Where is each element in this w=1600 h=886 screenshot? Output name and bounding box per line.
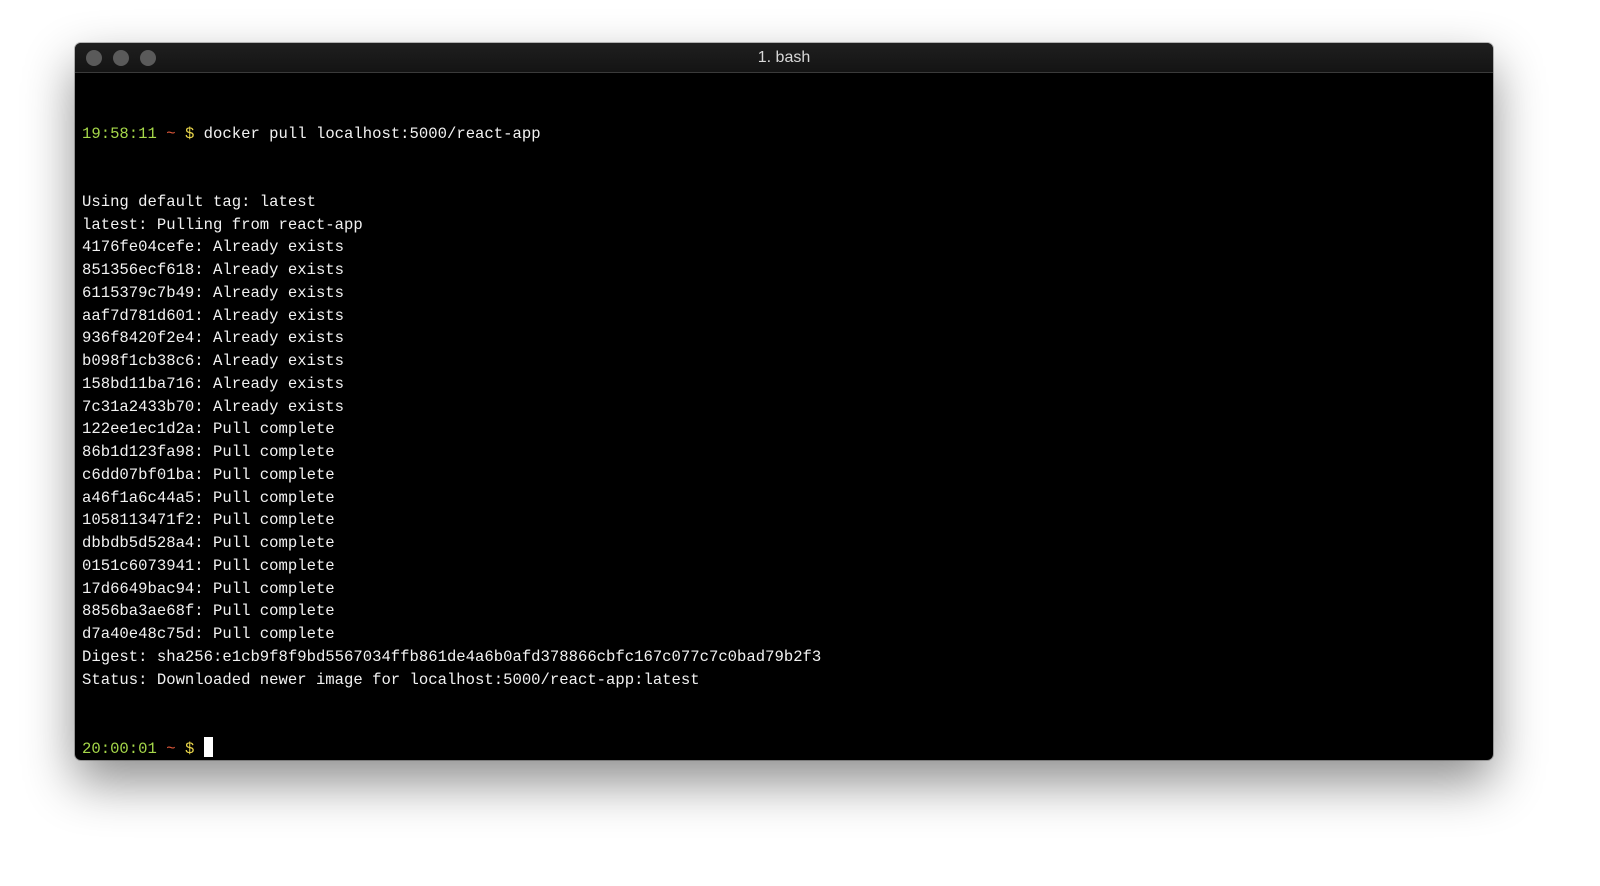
output-line: 4176fe04cefe: Already exists	[82, 238, 345, 257]
terminal-window: 1. bash 19:58:11 ~ $ docker pull localho…	[75, 43, 1493, 760]
output-line: c6dd07bf01ba: Pull complete	[82, 465, 335, 484]
output-line: 1058113471f2: Pull complete	[82, 511, 335, 530]
prompt-time: 19:58:11	[82, 124, 157, 143]
text-cursor	[203, 736, 213, 757]
window-title: 1. bash	[757, 49, 811, 66]
prompt-time: 20:00:01	[82, 739, 157, 758]
title-bar: 1. bash	[75, 43, 1493, 73]
prompt-line: 19:58:11 ~ $ docker pull localhost:5000/…	[82, 123, 1493, 146]
output-line: d7a40e48c75d: Pull complete	[82, 625, 335, 643]
output-line: aaf7d781d601: Already exists	[82, 306, 345, 325]
prompt-symbol: $	[184, 739, 195, 758]
prompt-cwd: ~	[166, 739, 176, 758]
output-line: 17d6649bac94: Pull complete	[82, 579, 335, 598]
output-line: 6115379c7b49: Already exists	[82, 283, 345, 302]
output-line: Digest: sha256:e1cb9f8f9bd5567034ffb861d…	[82, 647, 822, 666]
output-line: dbbdb5d528a4: Pull complete	[82, 534, 335, 552]
terminal-output[interactable]: 19:58:11 ~ $ docker pull localhost:5000/…	[75, 73, 1493, 760]
output-line: 8856ba3ae68f: Pull complete	[82, 602, 335, 621]
prompt-symbol: $	[184, 124, 195, 143]
output-line: latest: Pulling from react-app	[82, 215, 363, 234]
prompt-cwd: ~	[166, 124, 176, 143]
output-line: 122ee1ec1d2a: Pull complete	[82, 420, 335, 439]
prompt-line: 20:00:01 ~ $	[82, 736, 1493, 760]
output-line: Using default tag: latest	[82, 192, 316, 211]
command-text: docker pull localhost:5000/react-app	[203, 124, 541, 143]
output-line: b098f1cb38c6: Already exists	[82, 352, 345, 370]
output-line: a46f1a6c44a5: Pull complete	[82, 488, 335, 507]
output-line: Status: Downloaded newer image for local…	[82, 670, 700, 689]
output-line: 7c31a2433b70: Already exists	[82, 397, 345, 416]
output-line: 851356ecf618: Already exists	[82, 261, 345, 279]
output-line: 0151c6073941: Pull complete	[82, 556, 335, 575]
output-line: 86b1d123fa98: Pull complete	[82, 443, 335, 461]
output-line: 158bd11ba716: Already exists	[82, 374, 345, 393]
output-line: 936f8420f2e4: Already exists	[82, 329, 345, 348]
